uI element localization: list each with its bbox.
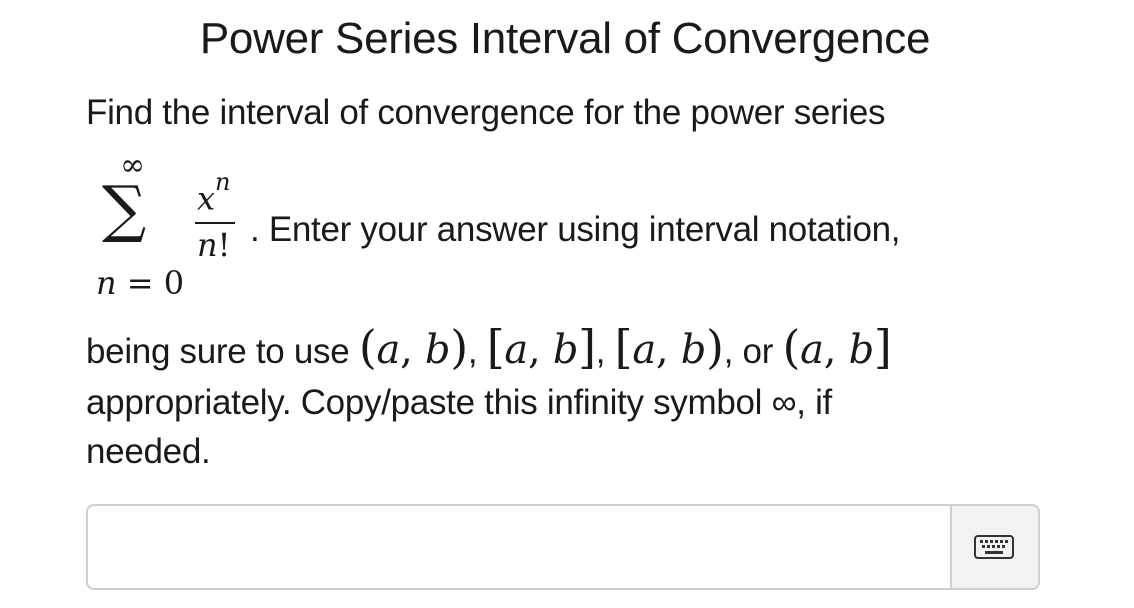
interval-options-line: being sure to use (a, b), [a, b], [a, b)… [86, 320, 892, 374]
factorial-sign: ! [217, 226, 231, 264]
interval-options-prefix: being sure to use [86, 332, 350, 371]
sum-index-var: n [96, 264, 117, 302]
infinity-hint: appropriately. Copy/paste this infinity … [86, 383, 832, 422]
denominator-var: n [197, 226, 218, 264]
answer-input[interactable] [88, 506, 952, 588]
summation: ∞ ∑ n = 0 [86, 148, 186, 308]
keyboard-icon [974, 535, 1014, 559]
interval-open-open: (a, b) [358, 320, 468, 374]
sigma-symbol: ∑ [102, 172, 147, 245]
math-keyboard-button[interactable] [950, 506, 1038, 588]
question-instruction: . Enter your answer using interval notat… [250, 210, 901, 249]
fraction-denominator: n! [197, 226, 230, 264]
infinity-hint-end: needed. [86, 432, 211, 471]
fraction-bar [195, 222, 235, 224]
separator: , [467, 332, 478, 371]
separator: , [595, 332, 606, 371]
sum-index-start: = 0 [126, 264, 185, 302]
question-intro: Find the interval of convergence for the… [86, 93, 886, 132]
interval-open-closed: (a, b] [782, 320, 892, 374]
sum-lower-limit: n = 0 [96, 264, 184, 302]
interval-closed-open: [a, b) [614, 320, 724, 374]
fraction-numerator: xn [197, 168, 231, 218]
answer-box [86, 504, 1040, 590]
or-word: , or [723, 332, 774, 371]
numerator-base: x [197, 179, 216, 218]
page-title: Power Series Interval of Convergence [199, 14, 931, 63]
interval-closed-closed: [a, b] [486, 320, 596, 374]
numerator-exponent: n [215, 168, 231, 196]
series-term-fraction: xn n! [193, 168, 241, 276]
